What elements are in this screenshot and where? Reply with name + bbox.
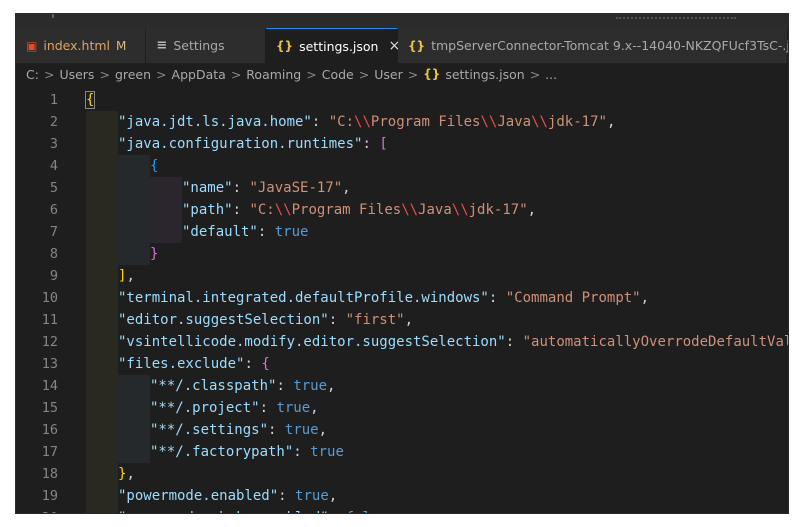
code-text: "vsintellicode.modify.editor.suggestSele…: [118, 334, 788, 350]
breadcrumb: C: > Users > green > AppData > Roaming >…: [16, 63, 788, 85]
json-braces-icon: {}: [408, 38, 426, 53]
line-number: 18: [41, 466, 58, 482]
code-line[interactable]: 12 "vsintellicode.modify.editor.suggestSe…: [16, 331, 788, 353]
breadcrumb-item[interactable]: User: [374, 67, 403, 82]
code-line[interactable]: 8}: [16, 243, 788, 265]
tab-label: settings.json: [299, 38, 379, 54]
line-number: 9: [49, 268, 58, 284]
code-text: "**/.factorypath": true: [150, 444, 344, 460]
tab-settings[interactable]: ≡ Settings: [146, 28, 266, 63]
tab-label: Settings: [173, 38, 225, 53]
breadcrumb-item[interactable]: Users: [59, 67, 94, 82]
line-number: 20: [16, 507, 58, 513]
tab-label: tmpServerConnector-Tomcat 9.x--14040-NKZ…: [431, 38, 788, 53]
editor-tab-bar: ▣ index.html M ≡ Settings {} settings.js…: [16, 28, 788, 63]
line-number: 7: [49, 224, 58, 240]
code-line[interactable]: 11 "editor.suggestSelection": "first",: [16, 309, 788, 331]
breadcrumb-item[interactable]: Roaming: [246, 67, 301, 82]
code-text: "**/.settings": true,: [150, 422, 328, 438]
code-line[interactable]: 1{: [16, 89, 788, 111]
code-text: "**/.classpath": true,: [150, 378, 336, 394]
title-bar: [16, 14, 788, 29]
code-line[interactable]: 3 "java.configuration.runtimes": [: [16, 133, 788, 155]
code-text: "java.jdt.ls.java.home": "C:\\Program Fi…: [118, 114, 616, 130]
code-text: "**/.project": true,: [150, 400, 319, 416]
code-line[interactable]: 18},: [16, 463, 788, 485]
breadcrumb-item[interactable]: Code: [322, 67, 354, 82]
modified-marker: M: [116, 38, 127, 53]
code-text: "powermode.enabled": true,: [118, 488, 338, 504]
tab-label: index.html: [43, 38, 110, 53]
code-line[interactable]: 10 "terminal.integrated.defaultProfile.wi…: [16, 287, 788, 309]
code-line[interactable]: 7 "default": true: [16, 221, 788, 243]
line-number: 3: [49, 136, 58, 152]
code-text: "default": true: [182, 224, 309, 240]
line-number: 5: [49, 180, 58, 196]
breadcrumb-symbol[interactable]: ...: [545, 67, 557, 82]
code-line[interactable]: 20 "powermode.shake.enabled": false,: [16, 507, 788, 513]
code-text: "name": "JavaSE-17",: [182, 180, 351, 196]
code-editor[interactable]: 1{2 "java.jdt.ls.java.home": "C:\\Program…: [16, 85, 788, 513]
code-text: }: [150, 246, 159, 262]
chevron-right-icon: >: [230, 66, 242, 82]
chevron-right-icon: >: [407, 66, 419, 82]
line-number: 11: [41, 312, 58, 328]
tab-settings-json[interactable]: {} settings.json ×: [266, 28, 400, 63]
code-line[interactable]: 2 "java.jdt.ls.java.home": "C:\\Program F…: [16, 111, 788, 133]
tab-tomcat-json[interactable]: {} tmpServerConnector-Tomcat 9.x--14040-…: [398, 28, 788, 63]
code-line[interactable]: 14 "**/.classpath": true,: [16, 375, 788, 397]
code-text: {: [84, 91, 96, 109]
line-number: 17: [41, 444, 58, 460]
line-number: 2: [49, 114, 58, 130]
code-line[interactable]: 17 "**/.factorypath": true: [16, 441, 788, 463]
code-line[interactable]: 19 "powermode.enabled": true,: [16, 485, 788, 507]
line-number: 19: [41, 488, 58, 504]
settings-sliders-icon: ≡: [156, 38, 168, 53]
code-line[interactable]: 15 "**/.project": true,: [16, 397, 788, 419]
code-text: "powermode.shake.enabled": false,: [118, 507, 396, 513]
chevron-right-icon: >: [306, 66, 317, 82]
breadcrumb-item[interactable]: C:: [26, 67, 39, 82]
breadcrumb-item[interactable]: AppData: [172, 67, 226, 82]
code-line[interactable]: 5 "name": "JavaSE-17",: [16, 177, 788, 199]
code-text: },: [118, 466, 135, 482]
code-text: "files.exclude": {: [118, 356, 270, 372]
line-number: 10: [41, 290, 58, 306]
chevron-right-icon: >: [529, 66, 541, 82]
html5-icon: ▣: [26, 38, 38, 53]
line-number: 14: [41, 378, 58, 394]
chevron-right-icon: >: [43, 66, 55, 82]
code-text: "editor.suggestSelection": "first",: [118, 312, 414, 328]
breadcrumb-item[interactable]: green: [115, 67, 151, 82]
line-number: 6: [49, 202, 58, 218]
code-text: {: [150, 158, 159, 174]
code-text: "java.configuration.runtimes": [: [118, 136, 388, 152]
code-line[interactable]: 13 "files.exclude": {: [16, 353, 788, 375]
code-line[interactable]: 16 "**/.settings": true,: [16, 419, 788, 441]
code-text: "path": "C:\\Program Files\\Java\\jdk-17…: [182, 202, 537, 218]
line-number: 13: [41, 356, 58, 372]
code-line[interactable]: 4{: [16, 155, 788, 177]
code-line[interactable]: 9],: [16, 265, 788, 287]
line-number: 8: [49, 246, 58, 262]
tab-index-html[interactable]: ▣ index.html M: [16, 28, 147, 63]
line-number: 12: [41, 334, 58, 350]
code-text: "terminal.integrated.defaultProfile.wind…: [118, 290, 650, 306]
chevron-right-icon: >: [156, 66, 167, 82]
line-number: 16: [41, 422, 58, 438]
line-number: 1: [49, 92, 58, 108]
json-braces-icon: {}: [276, 39, 294, 53]
chevron-right-icon: >: [358, 66, 370, 82]
line-number: 4: [49, 158, 58, 174]
code-text: ],: [118, 268, 135, 284]
json-braces-icon: {}: [423, 67, 441, 81]
vscode-window: ▣ index.html M ≡ Settings {} settings.js…: [16, 14, 788, 513]
breadcrumb-file[interactable]: settings.json: [445, 67, 524, 82]
chevron-right-icon: >: [99, 66, 110, 82]
line-number: 15: [41, 400, 58, 416]
code-line[interactable]: 6 "path": "C:\\Program Files\\Java\\jdk-1…: [16, 199, 788, 221]
